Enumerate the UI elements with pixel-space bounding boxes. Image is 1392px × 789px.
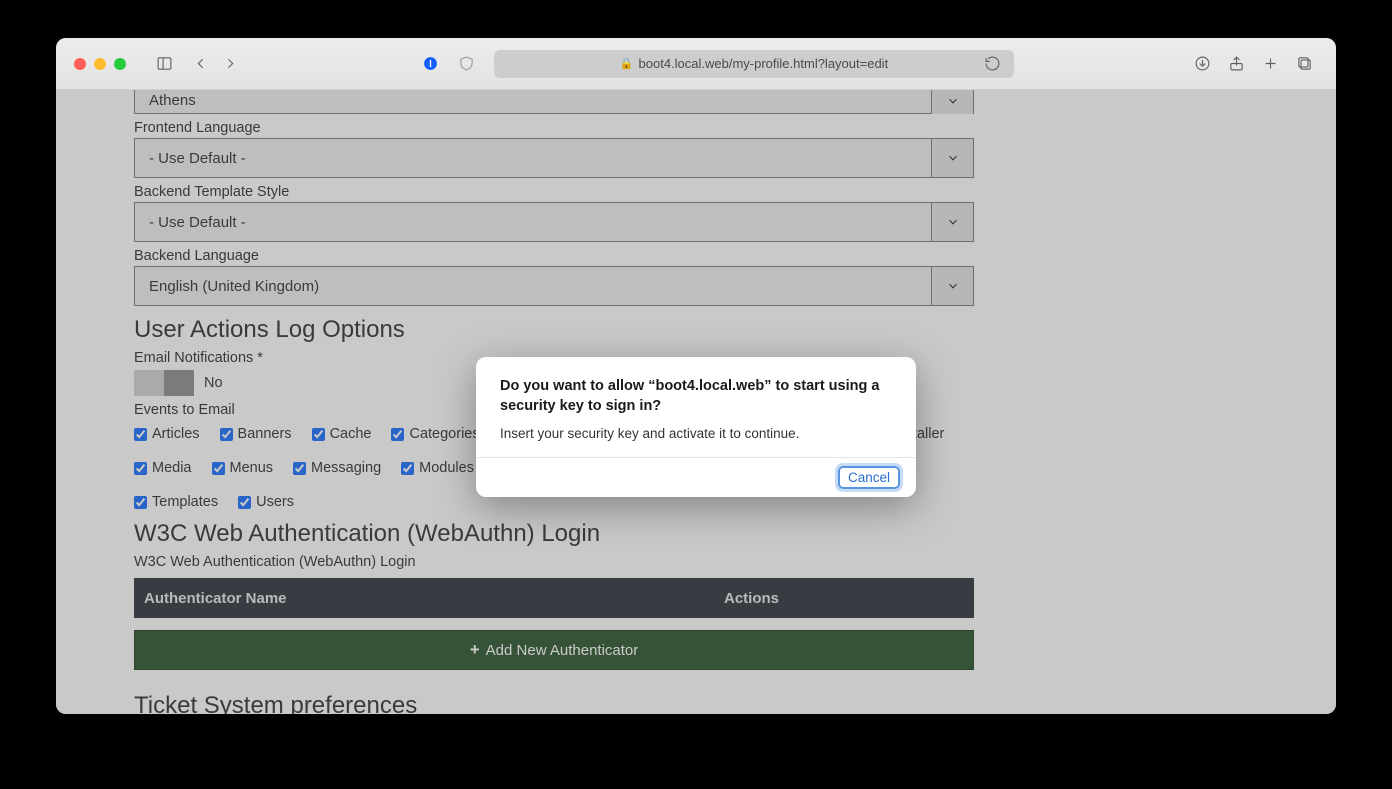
chevron-down-icon bbox=[931, 90, 973, 114]
event-label: Templates bbox=[152, 494, 218, 510]
authenticator-table: Authenticator Name Actions bbox=[134, 578, 974, 618]
webauthn-desc: W3C Web Authentication (WebAuthn) Login bbox=[134, 554, 1258, 570]
actions-log-heading: User Actions Log Options bbox=[134, 316, 1258, 344]
window-minimize-button[interactable] bbox=[94, 58, 106, 70]
traffic-lights bbox=[74, 58, 126, 70]
frontend-language-label: Frontend Language bbox=[134, 120, 1258, 136]
add-authenticator-label: Add New Authenticator bbox=[486, 642, 639, 659]
event-checkbox-item[interactable]: Menus bbox=[212, 460, 274, 476]
event-checkbox[interactable] bbox=[391, 428, 404, 441]
backend-template-select[interactable]: - Use Default - bbox=[134, 202, 974, 242]
event-checkbox[interactable] bbox=[134, 428, 147, 441]
backend-language-value: English (United Kingdom) bbox=[135, 278, 319, 295]
security-key-modal: Do you want to allow “boot4.local.web” t… bbox=[476, 357, 916, 497]
onepassword-icon[interactable] bbox=[416, 52, 444, 76]
event-checkbox[interactable] bbox=[134, 496, 147, 509]
tabs-overview-icon[interactable] bbox=[1290, 52, 1318, 76]
event-checkbox[interactable] bbox=[220, 428, 233, 441]
browser-window: 🔒 boot4.local.web/my-profile.html?layout… bbox=[56, 38, 1336, 714]
modal-body-text: Insert your security key and activate it… bbox=[500, 426, 892, 441]
plus-icon: + bbox=[470, 640, 480, 660]
privacy-shield-icon[interactable] bbox=[452, 52, 480, 76]
share-icon[interactable] bbox=[1222, 52, 1250, 76]
event-checkbox-item[interactable]: Articles bbox=[134, 426, 200, 442]
downloads-icon[interactable] bbox=[1188, 52, 1216, 76]
event-label: Categories bbox=[409, 426, 479, 442]
event-label: Messaging bbox=[311, 460, 381, 476]
lock-icon: 🔒 bbox=[620, 57, 634, 70]
forward-button[interactable] bbox=[216, 52, 244, 76]
frontend-language-value: - Use Default - bbox=[135, 150, 246, 167]
event-checkbox-item[interactable]: Templates bbox=[134, 494, 218, 510]
backend-language-select[interactable]: English (United Kingdom) bbox=[134, 266, 974, 306]
event-checkbox-item[interactable]: Media bbox=[134, 460, 192, 476]
event-checkbox[interactable] bbox=[134, 462, 147, 475]
event-checkbox-item[interactable]: Banners bbox=[220, 426, 292, 442]
event-label: Users bbox=[256, 494, 294, 510]
event-label: Cache bbox=[330, 426, 372, 442]
webauthn-heading: W3C Web Authentication (WebAuthn) Login bbox=[134, 520, 1258, 548]
chevron-down-icon bbox=[931, 203, 973, 241]
modal-title: Do you want to allow “boot4.local.web” t… bbox=[500, 377, 892, 416]
event-checkbox-item[interactable]: Cache bbox=[312, 426, 372, 442]
event-checkbox[interactable] bbox=[401, 462, 414, 475]
event-checkbox[interactable] bbox=[312, 428, 325, 441]
auth-col-actions: Actions bbox=[724, 590, 974, 607]
window-zoom-button[interactable] bbox=[114, 58, 126, 70]
event-checkbox[interactable] bbox=[212, 462, 225, 475]
timezone-select[interactable]: Athens bbox=[134, 90, 974, 114]
browser-titlebar: 🔒 boot4.local.web/my-profile.html?layout… bbox=[56, 38, 1336, 90]
add-authenticator-button[interactable]: + Add New Authenticator bbox=[134, 630, 974, 670]
event-checkbox[interactable] bbox=[238, 496, 251, 509]
viewport: Athens Frontend Language - Use Default -… bbox=[56, 90, 1336, 714]
new-tab-icon[interactable] bbox=[1256, 52, 1284, 76]
email-notifications-value: No bbox=[204, 375, 223, 391]
frontend-language-select[interactable]: - Use Default - bbox=[134, 138, 974, 178]
window-close-button[interactable] bbox=[74, 58, 86, 70]
url-text: boot4.local.web/my-profile.html?layout=e… bbox=[639, 56, 889, 71]
backend-template-value: - Use Default - bbox=[135, 214, 246, 231]
email-notifications-toggle[interactable] bbox=[134, 370, 194, 396]
modal-cancel-button[interactable]: Cancel bbox=[838, 466, 900, 489]
event-label: Media bbox=[152, 460, 192, 476]
event-checkbox-item[interactable]: Messaging bbox=[293, 460, 381, 476]
backend-template-label: Backend Template Style bbox=[134, 184, 1258, 200]
backend-language-label: Backend Language bbox=[134, 248, 1258, 264]
event-checkbox[interactable] bbox=[293, 462, 306, 475]
authenticator-table-header: Authenticator Name Actions bbox=[134, 578, 974, 618]
reload-button[interactable] bbox=[978, 52, 1006, 76]
ticket-system-heading: Ticket System preferences bbox=[134, 692, 1258, 714]
back-button[interactable] bbox=[186, 52, 214, 76]
sidebar-toggle-icon[interactable] bbox=[150, 52, 178, 76]
event-checkbox-item[interactable]: Users bbox=[238, 494, 294, 510]
toggle-knob bbox=[164, 370, 194, 396]
timezone-value: Athens bbox=[135, 92, 196, 109]
event-checkbox-item[interactable]: Categories bbox=[391, 426, 479, 442]
address-bar[interactable]: 🔒 boot4.local.web/my-profile.html?layout… bbox=[494, 50, 1014, 78]
chevron-down-icon bbox=[931, 139, 973, 177]
event-label: Menus bbox=[230, 460, 274, 476]
event-label: Banners bbox=[238, 426, 292, 442]
chevron-down-icon bbox=[931, 267, 973, 305]
event-label: Articles bbox=[152, 426, 200, 442]
auth-col-name: Authenticator Name bbox=[134, 590, 724, 607]
